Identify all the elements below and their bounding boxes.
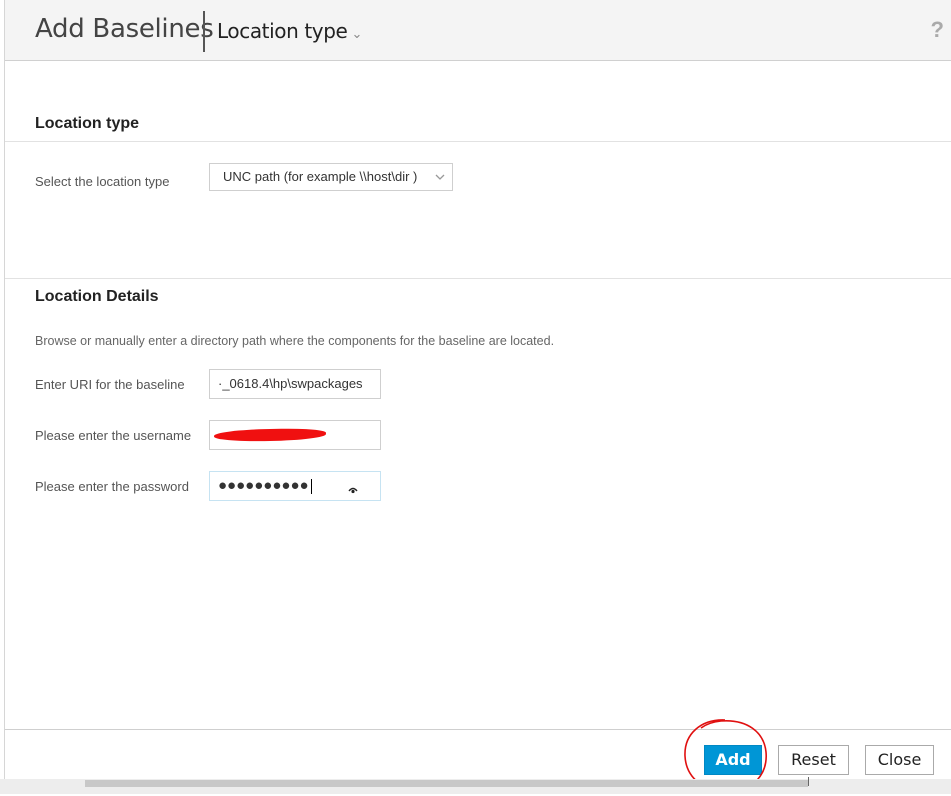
location-type-label: Select the location type xyxy=(35,174,170,189)
help-icon[interactable]: ? xyxy=(931,17,944,43)
uri-label: Enter URI for the baseline xyxy=(35,377,185,392)
password-label: Please enter the password xyxy=(35,479,189,494)
uri-input[interactable]: ·_0618.4\hp\swpackages xyxy=(209,369,381,399)
username-label: Please enter the username xyxy=(35,428,192,443)
text-caret xyxy=(310,479,312,495)
dialog-header: Add Baselines Location type ⌄ ? xyxy=(5,0,951,61)
location-details-description: Browse or manually enter a directory pat… xyxy=(35,334,555,348)
location-type-heading: Location type xyxy=(35,115,140,132)
divider xyxy=(5,278,951,279)
scrollbar-end-marker xyxy=(808,777,809,786)
password-value: ●●●●●●●●●● xyxy=(218,477,309,494)
eye-icon[interactable] xyxy=(348,479,358,494)
password-input[interactable]: ●●●●●●●●●● xyxy=(209,471,381,501)
page-title: Add Baselines xyxy=(35,14,214,44)
title-divider xyxy=(203,11,205,52)
chevron-down-icon: ⌄ xyxy=(351,27,362,42)
horizontal-scrollbar[interactable] xyxy=(85,780,808,787)
location-type-value: UNC path (for example \\host\dir ) xyxy=(223,169,418,184)
view-selector[interactable]: Location type ⌄ xyxy=(217,19,362,43)
location-details-heading: Location Details xyxy=(35,288,159,305)
redaction-mark xyxy=(213,428,327,442)
view-selector-label: Location type xyxy=(217,19,348,43)
reset-button[interactable]: Reset xyxy=(778,745,849,775)
divider xyxy=(5,141,951,142)
chevron-down-icon xyxy=(434,164,446,199)
close-button[interactable]: Close xyxy=(865,745,934,775)
username-input[interactable] xyxy=(209,420,381,450)
add-baselines-dialog: Add Baselines Location type ⌄ ? Location … xyxy=(4,0,951,793)
footer-divider xyxy=(5,729,951,730)
location-type-select[interactable]: UNC path (for example \\host\dir ) xyxy=(209,163,453,191)
